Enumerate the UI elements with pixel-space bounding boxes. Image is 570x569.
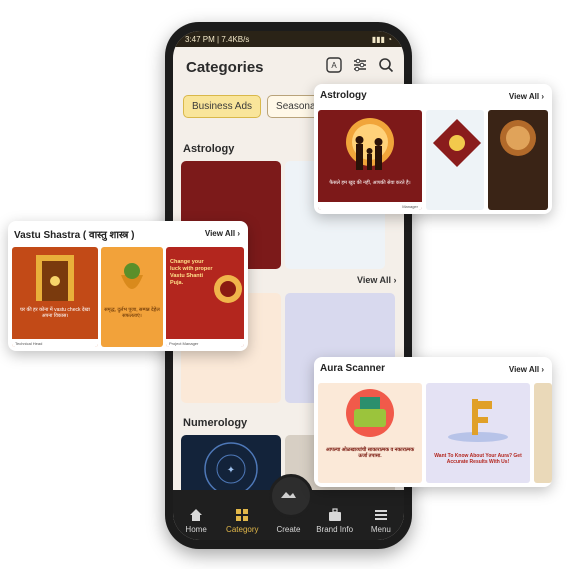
aura-device-icon	[346, 389, 394, 437]
section-view-all[interactable]: View All ›	[357, 275, 397, 285]
thumb-caption: फैसले हम खुद की नहीं, आपकी सेवा करते है।	[329, 180, 411, 186]
astrology-thumb[interactable]	[426, 110, 484, 210]
thumb-caption: Want To Know About Your Aura? Get Accura…	[434, 453, 522, 465]
svg-text:✦: ✦	[227, 465, 235, 476]
translate-icon[interactable]: A	[326, 57, 342, 73]
section-astrology-label: Astrology	[183, 143, 235, 155]
section-numerology-label: Numerology	[183, 417, 248, 429]
menu-icon	[374, 510, 387, 520]
nav-category[interactable]: Category	[222, 508, 262, 534]
create-button[interactable]	[269, 474, 313, 518]
home-icon	[190, 509, 203, 521]
thumb-caption: घर की हर कोना में vastu check देखा अपना …	[20, 307, 90, 319]
astrology-popup: Astrology View All › फैसले हम खुद की नही…	[314, 84, 552, 214]
aura-popup: Aura Scanner View All › आपल्या ओळखाव्यां…	[314, 357, 552, 487]
view-all-link[interactable]: View All ›	[509, 92, 544, 101]
filter-icon[interactable]	[352, 57, 368, 73]
thumb-footer: Manager	[318, 202, 422, 210]
popup-title: Aura Scanner	[320, 363, 386, 374]
search-icon[interactable]	[378, 57, 394, 73]
vastu-thumb[interactable]: समृद्ध, दुर्लभ पूजा, सम्पन्न देहेल सफलता…	[101, 247, 163, 347]
family-silhouette-icon	[346, 118, 394, 170]
nav-menu[interactable]: Menu	[361, 508, 401, 534]
aura-thumb[interactable]	[534, 383, 552, 483]
thumb-caption: आपल्या ओळखाव्यांची साकारात्मक व नकारात्म…	[325, 447, 415, 459]
vastu-wheel-icon	[214, 275, 242, 303]
crystal-ball-icon	[500, 120, 536, 156]
popup-title: Vastu Shastra ( वास्तु शास्त्र )	[14, 230, 135, 241]
aura-thumb[interactable]: Want To Know About Your Aura? Get Accura…	[426, 383, 530, 483]
vastu-popup: Vastu Shastra ( वास्तु शास्त्र ) View Al…	[8, 221, 248, 351]
astrology-thumb[interactable]	[488, 110, 548, 210]
aura-scanner-icon	[448, 399, 508, 442]
category-icon	[236, 509, 249, 521]
astro-chart-icon	[432, 118, 482, 168]
battery-icon: ▮▮▮ ◔	[371, 34, 392, 44]
vastu-thumb[interactable]: घर की हर कोना में vastu check देखा अपना …	[12, 247, 98, 347]
briefcase-icon	[328, 508, 341, 521]
nav-brand-info[interactable]: Brand Info	[315, 508, 355, 534]
chip-business-ads[interactable]: Business Ads	[183, 95, 262, 118]
kalash-icon	[121, 263, 143, 289]
thumb-footer: Technical Head	[12, 339, 98, 347]
astrology-thumb[interactable]: फैसले हम खुद की नहीं, आपकी सेवा करते है।…	[318, 110, 422, 210]
thumb-footer: Project Manager	[166, 339, 244, 347]
image-icon	[281, 492, 296, 498]
view-all-link[interactable]: View All ›	[205, 229, 240, 238]
vastu-thumb[interactable]: Change your luck with proper Vastu Shant…	[166, 247, 244, 347]
nav-home[interactable]: Home	[176, 508, 216, 534]
svg-text:A: A	[331, 61, 337, 70]
status-time: 3:47 PM | 7.4KB/s	[185, 34, 250, 44]
status-bar: 3:47 PM | 7.4KB/s ▮▮▮ ◔	[173, 31, 404, 47]
view-all-link[interactable]: View All ›	[509, 365, 544, 374]
thumb-caption: समृद्ध, दुर्लभ पूजा, सम्पन्न देहेल सफलता…	[104, 307, 160, 319]
door-icon	[36, 255, 74, 301]
popup-title: Astrology	[320, 90, 367, 101]
page-title: Categories	[186, 58, 264, 76]
app-header: Categories A	[173, 47, 404, 87]
aura-thumb[interactable]: आपल्या ओळखाव्यांची साकारात्मक व नकारात्म…	[318, 383, 422, 483]
